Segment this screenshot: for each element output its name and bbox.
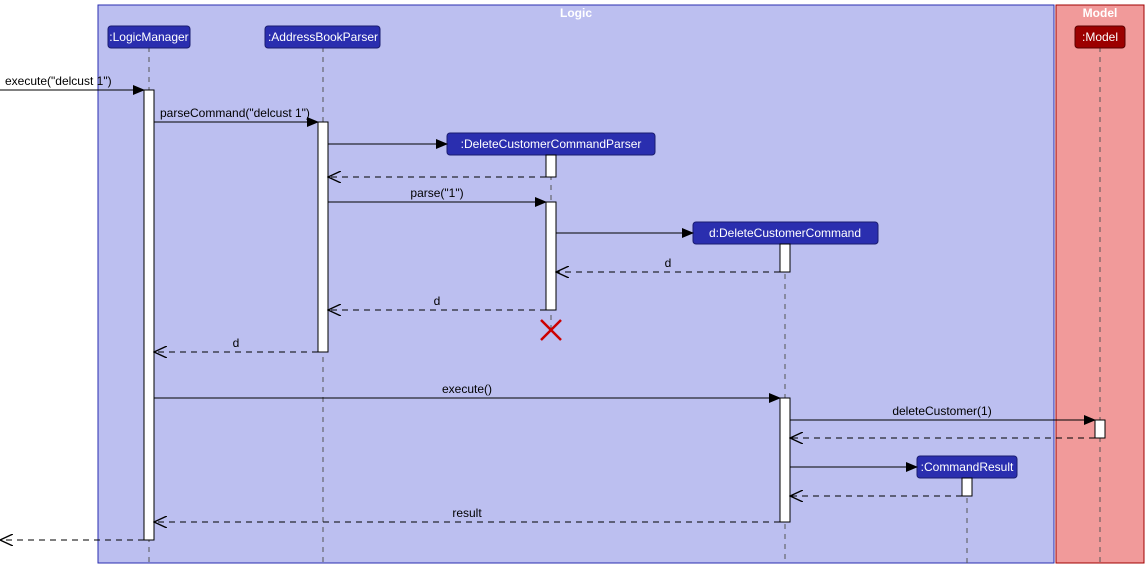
lifeline-addressbookparser: :AddressBookParser: [265, 26, 380, 48]
lifeline-addressbookparser-label: :AddressBookParser: [268, 30, 378, 44]
lifeline-dccp-label: :DeleteCustomerCommandParser: [461, 137, 642, 151]
frame-model-label: Model: [1083, 6, 1118, 20]
msg-parsecommand: parseCommand("delcust 1"): [154, 106, 318, 122]
lifeline-deletecustomercommandparser: :DeleteCustomerCommandParser: [447, 133, 655, 155]
lifeline-cr-label: :CommandResult: [921, 460, 1014, 474]
lifeline-logicmanager-label: :LogicManager: [109, 30, 188, 44]
lifeline-deletecustomercommand: d:DeleteCustomerCommand: [693, 222, 878, 244]
frame-logic: Logic: [98, 5, 1054, 563]
sequence-diagram: Logic Model :LogicManager :AddressBookPa…: [0, 0, 1147, 569]
lifeline-model-label: :Model: [1082, 30, 1118, 44]
msg-d2-label: d: [434, 294, 441, 308]
msg-execute-label: execute(): [442, 382, 492, 396]
msg-parsecommand-label: parseCommand("delcust 1"): [160, 106, 310, 120]
lifeline-model: :Model: [1075, 26, 1125, 48]
msg-parse1-label: parse("1"): [410, 186, 463, 200]
lifeline-dcc-label: d:DeleteCustomerCommand: [709, 226, 861, 240]
frame-logic-label: Logic: [560, 6, 592, 20]
lifeline-logicmanager: :LogicManager: [108, 26, 190, 48]
msg-result-label: result: [452, 506, 482, 520]
msg-d3-label: d: [233, 336, 240, 350]
lifeline-commandresult: :CommandResult: [917, 456, 1017, 478]
msg-d1-label: d: [665, 256, 672, 270]
msg-execute-delcust-label: execute("delcust 1"): [5, 74, 112, 88]
msg-deletecustomer-label: deleteCustomer(1): [892, 404, 991, 418]
